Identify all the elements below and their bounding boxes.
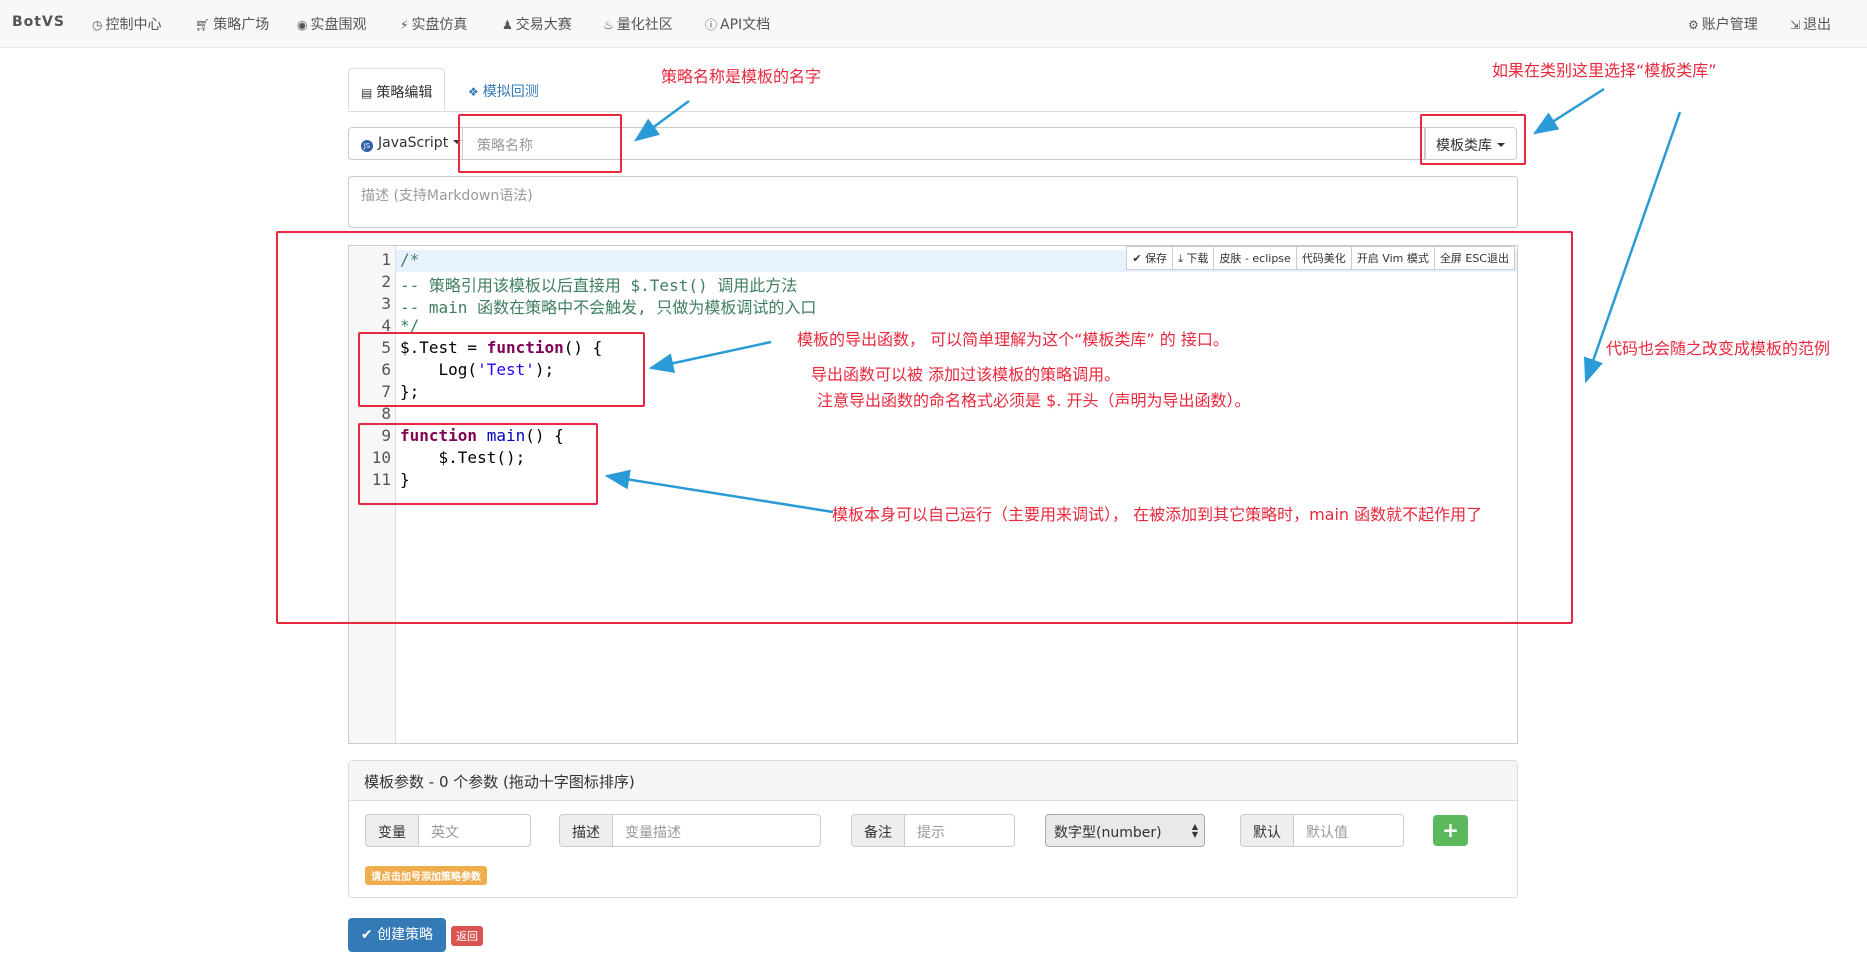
arrow-to-main: [604, 469, 834, 514]
arrow-to-export: [648, 340, 772, 374]
arrow-to-name: [633, 99, 690, 142]
arrow-to-code: [1583, 111, 1682, 384]
annotation-arrows: [604, 87, 1682, 514]
arrow-to-category: [1532, 87, 1605, 135]
